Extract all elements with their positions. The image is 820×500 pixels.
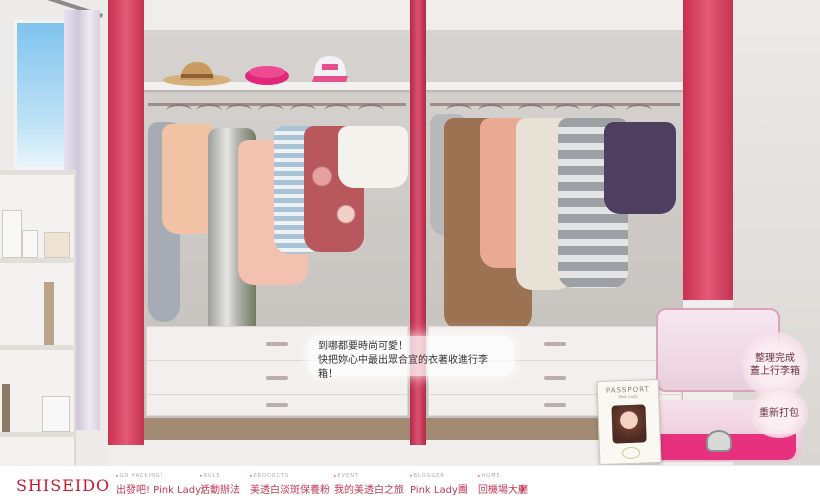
- instruction-bubble: 到哪都要時尚可愛！ 快把妳心中最出眾合宜的衣著收進行李箱！: [308, 336, 514, 380]
- top-shelf: [426, 82, 683, 90]
- hanger: [626, 104, 652, 118]
- hanger: [166, 104, 192, 118]
- shiseido-logo[interactable]: SHISEIDO: [16, 476, 110, 495]
- storage-box: [22, 230, 38, 258]
- hanger: [590, 104, 616, 118]
- instruction-line-1: 到哪都要時尚可愛！: [318, 341, 408, 352]
- storage-box: [2, 210, 22, 258]
- book: [2, 384, 10, 432]
- nav-caption: GO PACKING!: [116, 473, 205, 481]
- window-glass: [14, 20, 70, 170]
- nav-label: 美透白淡斑保養粉: [250, 485, 330, 496]
- bottom-nav: SHISEIDO GO PACKING! 出發吧! Pink Lady! RUL…: [0, 465, 820, 500]
- shelf-board: [0, 432, 76, 437]
- lock-icon: [706, 430, 732, 452]
- hanger: [358, 104, 384, 118]
- storage-box: [42, 396, 70, 432]
- hanger: [290, 104, 316, 118]
- nav-label: 出發吧! Pink Lady!: [116, 485, 206, 496]
- nav-go-packing[interactable]: GO PACKING! 出發吧! Pink Lady!: [116, 473, 205, 496]
- passport[interactable]: PASSPORT Pink Lady: [596, 378, 662, 465]
- passport-photo: [611, 404, 647, 444]
- instruction-line-2: 快把妳心中最出眾合宜的衣著收進行李箱！: [318, 355, 488, 380]
- hanger: [196, 104, 222, 118]
- nav-caption: HOME: [478, 473, 528, 481]
- storage-box: [44, 232, 70, 258]
- nav-label: 活動辦法: [200, 485, 240, 496]
- nav-caption: PRODUCTS: [250, 473, 330, 481]
- shelf-board: [0, 345, 76, 350]
- nav-rule[interactable]: RULE 活動辦法: [200, 473, 240, 496]
- nav-event[interactable]: EVENT 我的美透白之旅: [334, 473, 404, 496]
- hanger: [324, 104, 350, 118]
- nav-caption: RULE: [200, 473, 240, 481]
- garment-purple-skirt[interactable]: [604, 122, 676, 214]
- trucker-cap[interactable]: [310, 54, 350, 84]
- hanger: [258, 104, 284, 118]
- repack-button[interactable]: 重新打包: [750, 388, 808, 438]
- book: [44, 282, 54, 345]
- nav-blogger[interactable]: BLOGGER Pink Lady團: [410, 473, 468, 496]
- shelf-board: [0, 258, 76, 263]
- passport-stamp: [621, 446, 641, 460]
- nav-caption: BLOGGER: [410, 473, 468, 481]
- pink-beret[interactable]: [244, 62, 290, 86]
- hanger: [226, 104, 252, 118]
- dressing-room-scene: 到哪都要時尚可愛！ 快把妳心中最出眾合宜的衣著收進行李箱！ PASSPORT P…: [0, 0, 820, 465]
- straw-hat[interactable]: [162, 60, 232, 86]
- closet-door-right: [683, 0, 733, 300]
- bookshelf: [0, 170, 76, 465]
- shelf-board: [0, 170, 76, 175]
- nav-label: Pink Lady團: [410, 485, 468, 496]
- drawer: [146, 394, 408, 416]
- closet-door-left: [108, 0, 144, 445]
- hanger: [518, 104, 544, 118]
- nav-products[interactable]: PRODUCTS 美透白淡斑保養粉: [250, 473, 330, 496]
- nav-label: 我的美透白之旅: [334, 485, 404, 496]
- closet-floor: [144, 418, 410, 440]
- passport-title: PASSPORT: [605, 385, 650, 395]
- hanger: [478, 104, 504, 118]
- airplane-icon: ✈: [518, 483, 528, 496]
- nav-caption: EVENT: [334, 473, 404, 481]
- garment-white-shorts[interactable]: [338, 126, 408, 188]
- hanger: [554, 104, 580, 118]
